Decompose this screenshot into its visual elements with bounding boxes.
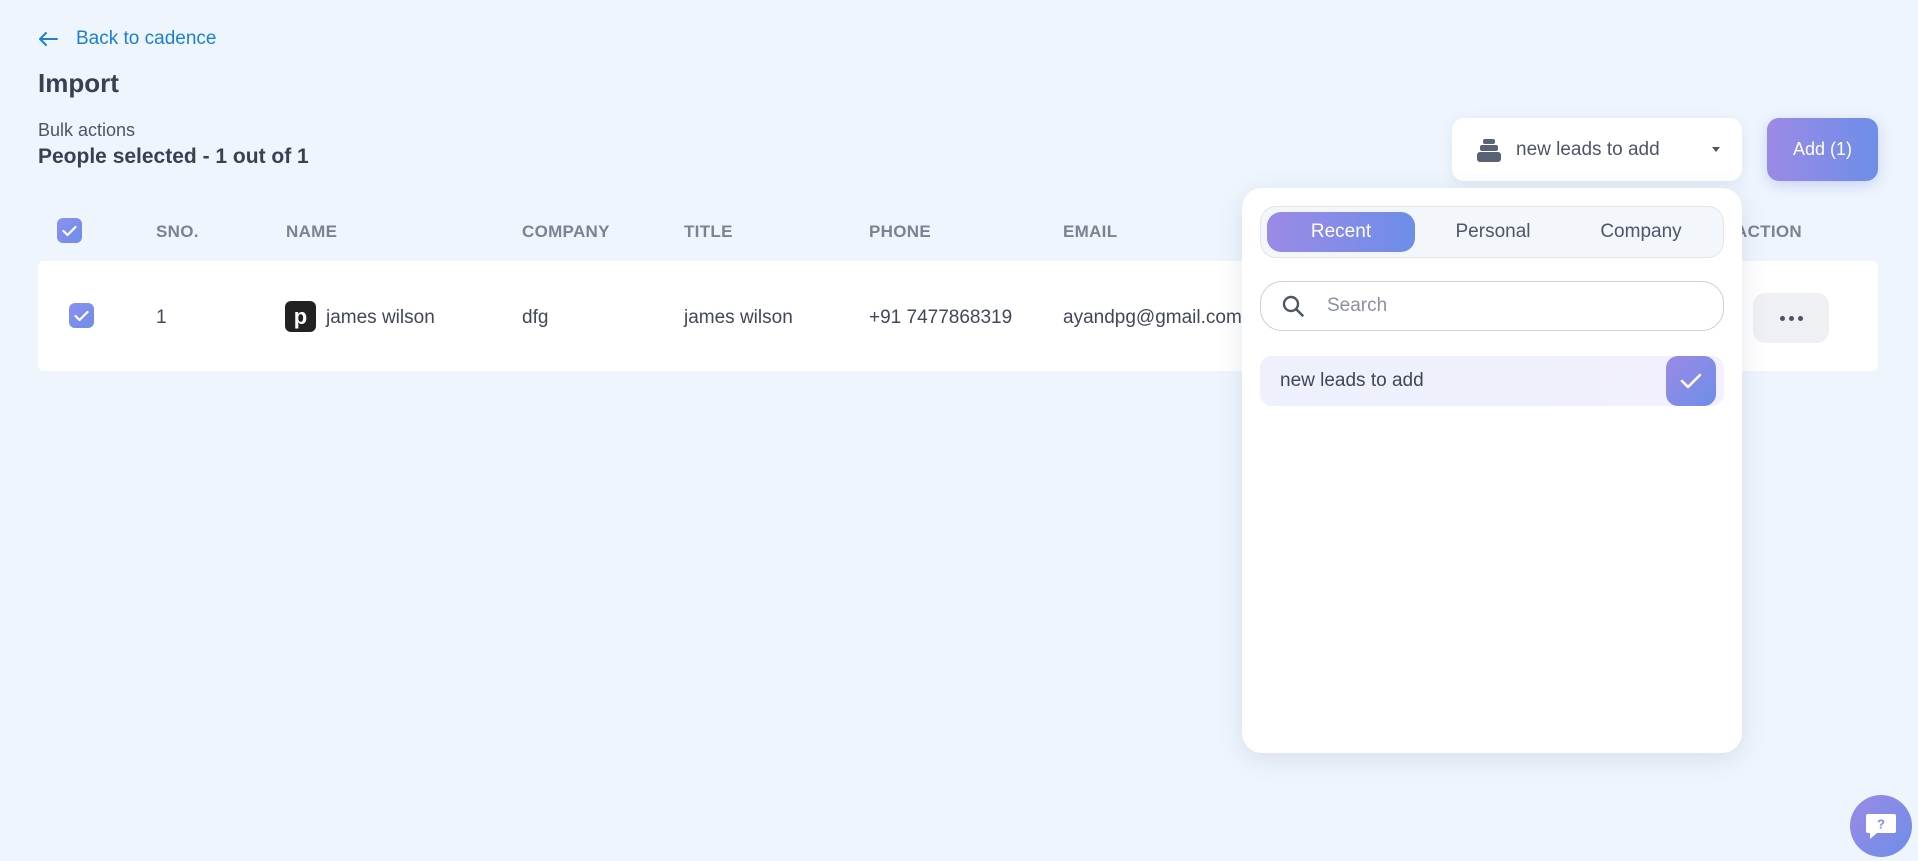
more-dots-icon xyxy=(1779,315,1785,321)
column-email[interactable]: EMAIL xyxy=(1063,222,1117,242)
list-option[interactable]: new leads to add xyxy=(1260,356,1724,406)
cell-title: james wilson xyxy=(684,307,793,328)
arrow-left-icon xyxy=(39,32,58,46)
column-title[interactable]: TITLE xyxy=(684,222,733,242)
cell-email: ayandpg@gmail.com xyxy=(1063,307,1242,328)
tab-personal[interactable]: Personal xyxy=(1419,212,1567,252)
tab-company[interactable]: Company xyxy=(1567,212,1715,252)
checkmark-icon xyxy=(1680,373,1702,389)
list-stack-icon xyxy=(1477,138,1501,162)
selected-check xyxy=(1666,356,1716,406)
cell-company: dfg xyxy=(522,307,549,328)
column-sno[interactable]: SNO. xyxy=(156,222,199,242)
back-to-cadence-link[interactable]: Back to cadence xyxy=(38,28,216,50)
column-phone[interactable]: PHONE xyxy=(869,222,931,242)
row-more-actions-button[interactable] xyxy=(1753,293,1829,343)
chevron-down-icon xyxy=(1712,147,1720,152)
select-all-checkbox[interactable] xyxy=(57,218,82,243)
bulk-actions-label: Bulk actions xyxy=(38,120,136,140)
cell-phone: +91 7477868319 xyxy=(869,307,1013,328)
column-action: ACTION xyxy=(1735,222,1802,241)
list-search-box xyxy=(1260,281,1724,331)
list-select-dropdown[interactable]: new leads to add xyxy=(1452,118,1742,181)
checkmark-icon xyxy=(74,310,89,321)
checkmark-icon xyxy=(62,225,77,236)
row-checkbox[interactable] xyxy=(69,303,94,328)
search-input[interactable] xyxy=(1327,295,1687,317)
search-icon xyxy=(1282,295,1304,317)
cell-name[interactable]: james wilson xyxy=(326,307,435,329)
add-button[interactable]: Add (1) xyxy=(1767,118,1878,181)
column-name[interactable]: NAME xyxy=(286,222,337,242)
help-chat-button[interactable]: ? xyxy=(1850,795,1912,857)
svg-text:?: ? xyxy=(1877,817,1885,832)
list-option-label: new leads to add xyxy=(1280,370,1424,391)
tab-recent[interactable]: Recent xyxy=(1267,212,1415,252)
back-link-label: Back to cadence xyxy=(76,28,217,49)
chat-question-icon: ? xyxy=(1866,814,1896,839)
list-select-value: new leads to add xyxy=(1516,138,1660,160)
people-selected-count: People selected - 1 out of 1 xyxy=(38,145,309,168)
list-picker-popover: Recent Personal Company new leads to add xyxy=(1242,188,1742,753)
pipedrive-logo-icon: p xyxy=(285,301,316,332)
page-title: Import xyxy=(38,68,119,98)
list-type-tabs: Recent Personal Company xyxy=(1260,206,1724,258)
cell-sno: 1 xyxy=(156,307,167,328)
column-company[interactable]: COMPANY xyxy=(522,222,610,242)
